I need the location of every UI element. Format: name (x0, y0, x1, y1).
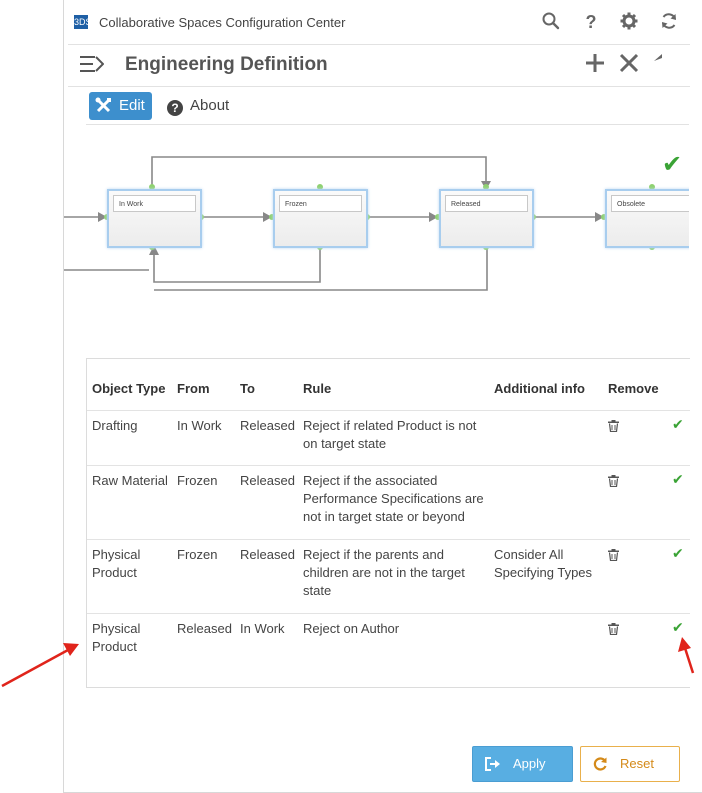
checkmark-icon[interactable]: ✔ (672, 471, 684, 488)
menu-toggle-icon[interactable] (80, 53, 104, 75)
state-frozen[interactable]: Frozen (273, 189, 368, 248)
help-circle-icon: ? (167, 100, 183, 116)
cell-to: Released (240, 418, 295, 433)
column-header-to: To (240, 381, 255, 396)
trash-icon[interactable] (608, 474, 619, 488)
cell-from: In Work (177, 418, 222, 433)
column-header-object-type: Object Type (92, 381, 166, 396)
cell-from: Released (177, 621, 232, 636)
divider (86, 124, 689, 125)
apply-button[interactable]: Apply (472, 746, 573, 782)
column-header-from: From (177, 381, 210, 396)
state-in-work[interactable]: In Work (107, 189, 202, 248)
cell-rule: Reject if related Product is not on targ… (303, 418, 477, 451)
title-bar: 3DS Collaborative Spaces Configuration C… (64, 0, 702, 44)
apply-icon (485, 747, 501, 784)
lifecycle-diagram: In Work Frozen Released Obsolete (64, 135, 689, 340)
add-icon[interactable] (582, 49, 608, 77)
help-icon[interactable]: ? (581, 12, 601, 32)
state-released[interactable]: Released (439, 189, 534, 248)
state-obsolete[interactable]: Obsolete (605, 189, 689, 248)
tab-edit-label: Edit (119, 97, 145, 114)
table-row: Drafting In Work Released Reject if rela… (87, 410, 690, 466)
checkmark-icon[interactable]: ✔ (672, 619, 684, 636)
state-label: In Work (113, 195, 196, 212)
page-title: Engineering Definition (125, 54, 328, 75)
column-header-remove: Remove (608, 381, 659, 396)
reset-button[interactable]: Reset (580, 746, 680, 782)
cell-to: Released (240, 473, 295, 488)
column-header-additional-info: Additional info (494, 381, 585, 396)
divider (68, 86, 690, 87)
cell-from: Frozen (177, 473, 218, 488)
close-icon[interactable] (616, 49, 642, 77)
state-label: Released (445, 195, 528, 212)
back-icon[interactable] (651, 49, 677, 77)
apply-label: Apply (513, 756, 546, 771)
search-icon[interactable] (541, 12, 561, 32)
tab-about-label: About (190, 97, 230, 114)
reset-label: Reset (620, 756, 654, 771)
app-logo: 3DS (74, 15, 92, 29)
trash-icon[interactable] (608, 419, 619, 433)
cell-from: Frozen (177, 547, 218, 562)
refresh-icon[interactable] (659, 12, 679, 32)
tab-edit[interactable]: Edit (89, 92, 152, 120)
cell-object-type: Drafting (92, 418, 138, 433)
checkmark-icon[interactable]: ✔ (672, 416, 684, 433)
cell-rule: Reject on Author (303, 621, 400, 636)
gear-icon[interactable] (619, 12, 639, 32)
cell-object-type: Raw Material (92, 473, 168, 488)
cell-object-type: Physical Product (92, 547, 141, 580)
reset-icon (593, 747, 607, 784)
cell-rule: Reject if the parents and children are n… (303, 547, 465, 598)
checkmark-icon: ✔ (662, 151, 683, 178)
tools-icon (95, 92, 112, 124)
tab-bar: Edit ? About (64, 88, 702, 126)
page-header: Engineering Definition (64, 45, 702, 85)
state-label: Obsolete (611, 195, 689, 212)
cell-object-type: Physical Product (92, 621, 141, 654)
cell-to: In Work (240, 621, 285, 636)
checkmark-icon[interactable]: ✔ (672, 545, 684, 562)
state-label: Frozen (279, 195, 362, 212)
app-title: Collaborative Spaces Configuration Cente… (99, 15, 346, 30)
trash-icon[interactable] (608, 548, 619, 562)
config-center-window: 3DS Collaborative Spaces Configuration C… (63, 0, 702, 793)
cell-rule: Reject if the associated Performance Spe… (303, 473, 484, 524)
rules-table: Object Type From To Rule Additional info… (86, 358, 690, 688)
tab-about[interactable]: ? About (167, 92, 229, 120)
column-header-rule: Rule (303, 381, 332, 396)
table-row: Raw Material Frozen Released Reject if t… (87, 465, 690, 540)
cell-to: Released (240, 547, 295, 562)
table-row: Physical Product Released In Work Reject… (87, 613, 690, 688)
table-row: Physical Product Frozen Released Reject … (87, 539, 690, 614)
trash-icon[interactable] (608, 622, 619, 636)
cell-additional-info: Consider All Specifying Types (494, 547, 593, 580)
